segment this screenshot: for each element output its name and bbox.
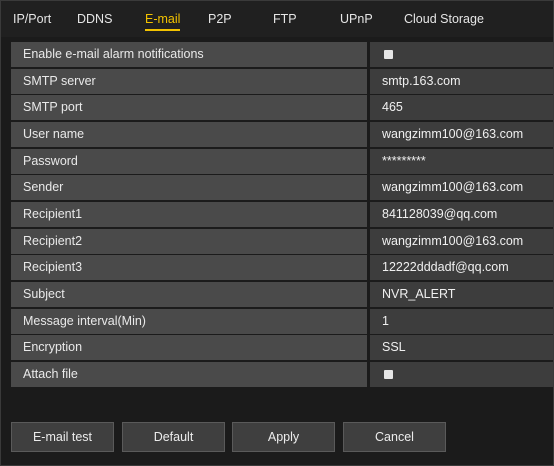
message-interval-input[interactable]: 1 [370, 308, 553, 334]
row-user-name: User name wangzimm100@163.com [11, 121, 553, 147]
enable-alarm-label: Enable e-mail alarm notifications [11, 42, 367, 67]
subject-label: Subject [11, 281, 367, 307]
sender-input[interactable]: wangzimm100@163.com [370, 175, 553, 201]
encryption-label: Encryption [11, 335, 367, 361]
password-label: Password [11, 148, 367, 174]
settings-form: Enable e-mail alarm notifications SMTP s… [11, 42, 553, 389]
row-sender: Sender wangzimm100@163.com [11, 175, 553, 201]
attach-file-cell [370, 361, 553, 387]
tab-cloud-storage[interactable]: Cloud Storage [404, 1, 484, 37]
recipient2-input[interactable]: wangzimm100@163.com [370, 228, 553, 254]
subject-input[interactable]: NVR_ALERT [370, 281, 553, 307]
message-interval-label: Message interval(Min) [11, 308, 367, 334]
row-enable-alarm: Enable e-mail alarm notifications [11, 42, 553, 67]
tab-p2p[interactable]: P2P [208, 1, 232, 37]
row-smtp-server: SMTP server smtp.163.com [11, 68, 553, 94]
row-password: Password ********* [11, 148, 553, 174]
enable-alarm-checkbox[interactable] [384, 50, 393, 59]
row-smtp-port: SMTP port 465 [11, 95, 553, 121]
row-subject: Subject NVR_ALERT [11, 281, 553, 307]
recipient1-label: Recipient1 [11, 201, 367, 227]
row-encryption: Encryption SSL [11, 335, 553, 361]
row-recipient2: Recipient2 wangzimm100@163.com [11, 228, 553, 254]
row-recipient3: Recipient3 12222dddadf@qq.com [11, 255, 553, 281]
smtp-server-label: SMTP server [11, 68, 367, 94]
tab-email[interactable]: E-mail [145, 1, 181, 37]
smtp-server-input[interactable]: smtp.163.com [370, 68, 553, 94]
tab-ftp[interactable]: FTP [273, 1, 297, 37]
email-settings-panel: IP/Port DDNS E-mail P2P FTP UPnP Cloud S… [0, 0, 554, 466]
encryption-select[interactable]: SSL [370, 335, 553, 361]
tab-upnp[interactable]: UPnP [340, 1, 373, 37]
button-bar: E-mail test Default Apply Cancel [11, 422, 553, 452]
sender-label: Sender [11, 175, 367, 201]
user-name-input[interactable]: wangzimm100@163.com [370, 121, 553, 147]
attach-file-label: Attach file [11, 361, 367, 387]
row-attach-file: Attach file [11, 361, 553, 387]
default-button[interactable]: Default [122, 422, 225, 452]
enable-alarm-cell [370, 42, 553, 67]
recipient3-label: Recipient3 [11, 255, 367, 281]
email-test-button[interactable]: E-mail test [11, 422, 114, 452]
row-message-interval: Message interval(Min) 1 [11, 308, 553, 334]
user-name-label: User name [11, 121, 367, 147]
cancel-button[interactable]: Cancel [343, 422, 446, 452]
smtp-port-label: SMTP port [11, 95, 367, 121]
recipient1-input[interactable]: 841128039@qq.com [370, 201, 553, 227]
row-recipient1: Recipient1 841128039@qq.com [11, 201, 553, 227]
recipient3-input[interactable]: 12222dddadf@qq.com [370, 255, 553, 281]
apply-button[interactable]: Apply [232, 422, 335, 452]
tab-ip-port[interactable]: IP/Port [13, 1, 51, 37]
tab-ddns[interactable]: DDNS [77, 1, 112, 37]
tab-bar: IP/Port DDNS E-mail P2P FTP UPnP Cloud S… [1, 1, 553, 37]
recipient2-label: Recipient2 [11, 228, 367, 254]
attach-file-checkbox[interactable] [384, 369, 393, 379]
smtp-port-input[interactable]: 465 [370, 95, 553, 121]
password-input[interactable]: ********* [370, 148, 553, 174]
